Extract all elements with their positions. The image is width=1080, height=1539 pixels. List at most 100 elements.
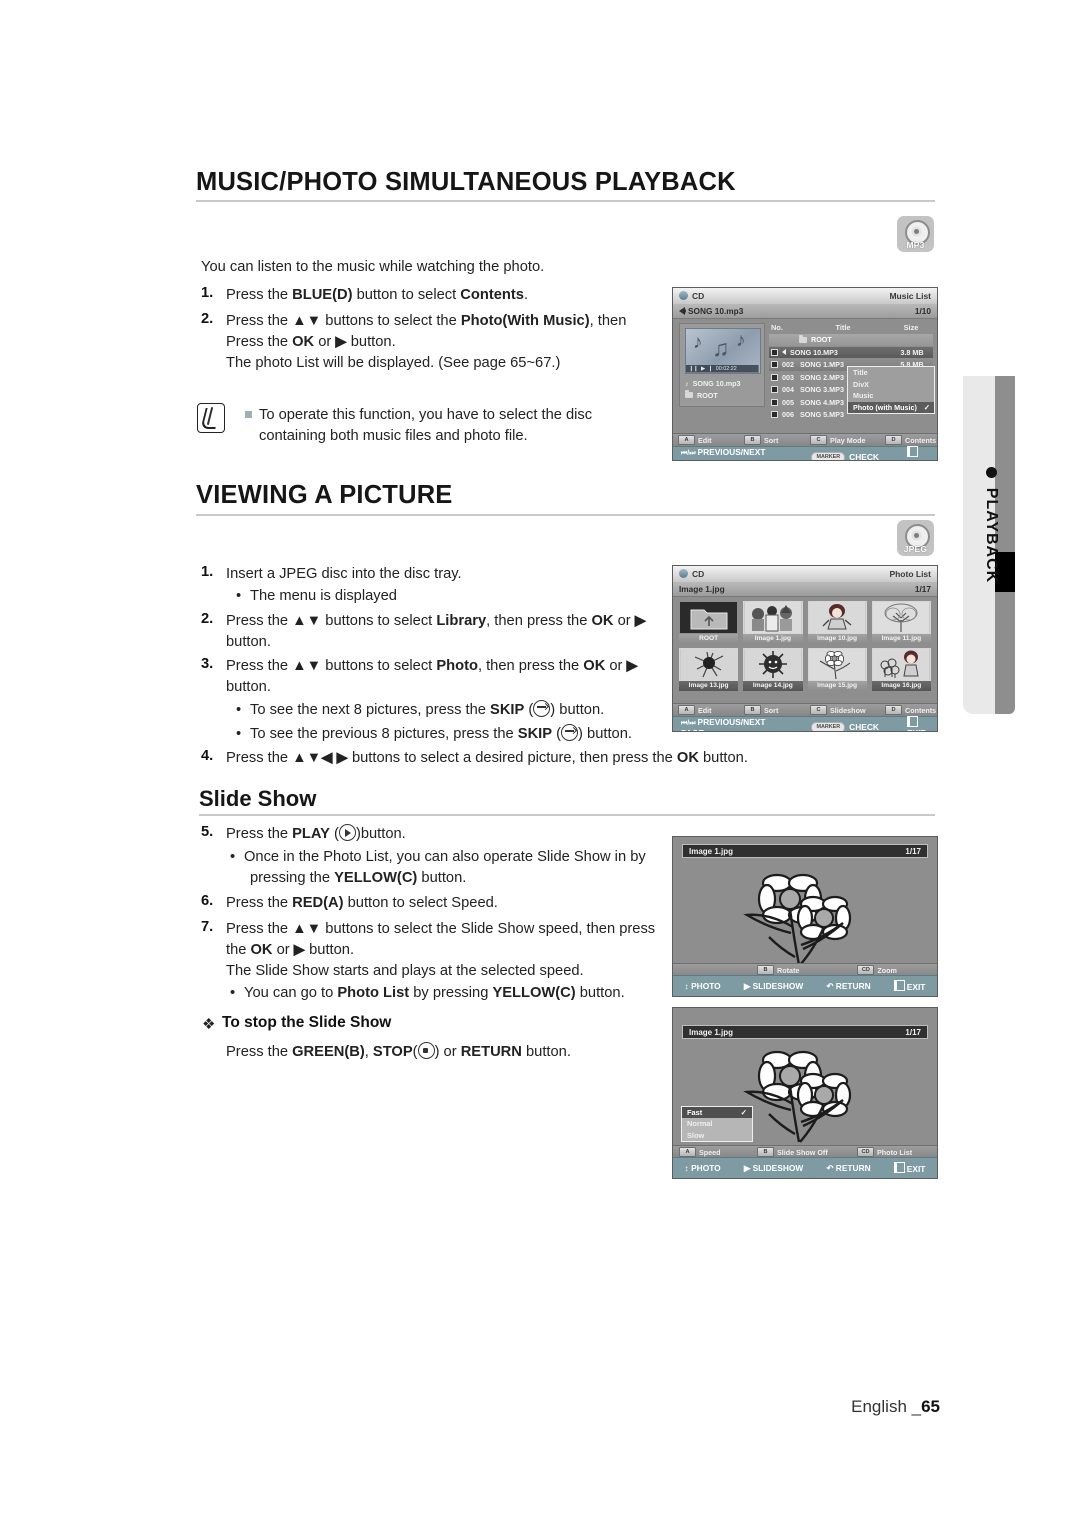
func-slideshow[interactable]: C Slideshow: [810, 705, 885, 715]
func-edit[interactable]: A Edit: [673, 705, 744, 715]
speed-option-slow[interactable]: Slow: [682, 1130, 752, 1142]
func-edit[interactable]: A Edit: [673, 435, 744, 445]
updown-arrow-icon: ↕: [684, 1163, 689, 1173]
elapsed-time: 00:02:22: [715, 365, 737, 372]
dropdown-item-divx[interactable]: DivX: [848, 379, 934, 391]
preview-folder: ROOT: [685, 390, 741, 402]
func-photo-list[interactable]: CD Photo List: [857, 1147, 912, 1157]
key-a-icon: A: [678, 435, 695, 445]
nav-exit[interactable]: EXIT: [893, 980, 925, 992]
music-note-icon: ♫: [712, 335, 730, 361]
folder-icon: [690, 609, 728, 629]
t-bold: SKIP: [490, 702, 525, 718]
func-sort[interactable]: B Sort: [744, 705, 810, 715]
page-counter: 1/17: [905, 1027, 921, 1037]
key-cd-icon: CD: [857, 1147, 874, 1157]
func-zoom[interactable]: CD Zoom: [857, 965, 897, 975]
t: button.: [305, 942, 355, 958]
t: Press the: [226, 613, 293, 629]
bullet-prev-pictures: To see the previous 8 pictures, press th…: [236, 724, 670, 745]
checkbox-icon[interactable]: [771, 398, 778, 406]
table-row[interactable]: ROOT: [769, 334, 933, 346]
osd-source-label: CD: [679, 569, 704, 579]
skip-icons: ⏮/⏭: [681, 719, 698, 727]
step-2-text: Press the ▲▼ buttons to select Library, …: [226, 611, 666, 653]
checkbox-icon[interactable]: [771, 373, 778, 381]
nav-exit[interactable]: EXIT: [906, 446, 937, 460]
func-slideshow-off[interactable]: B Slide Show Off: [757, 1147, 857, 1157]
func-label: Photo List: [877, 1147, 913, 1157]
t: button to select: [352, 287, 461, 303]
func-speed[interactable]: A Speed: [679, 1147, 757, 1157]
nav-exit[interactable]: EXIT: [906, 716, 937, 731]
t-bold: Contents: [460, 287, 524, 303]
nav-photo[interactable]: ↕ PHOTO: [685, 1163, 721, 1173]
nav-check[interactable]: MARKER CHECK: [811, 451, 879, 460]
t-bold: YELLOW(C): [492, 985, 576, 1001]
side-tab-label: PLAYBACK: [983, 487, 1000, 584]
media-badge-label: JPEG: [903, 544, 928, 554]
list-item[interactable]: Image 15.jpg: [807, 648, 867, 691]
list-item[interactable]: Image 10.jpg: [807, 601, 867, 644]
func-play-mode[interactable]: C Play Mode: [810, 435, 885, 445]
nav-return[interactable]: ↶ RETURN: [826, 1163, 870, 1173]
music-note-icon: ♪: [693, 332, 703, 353]
nav-label: EXIT: [907, 728, 926, 731]
preview-file-text: SONG 10.mp3: [692, 379, 741, 388]
dropdown-item-photo-with-music[interactable]: Photo (with Music): [848, 401, 934, 413]
nav-photo[interactable]: ↕ PHOTO: [685, 981, 721, 991]
nav-prevnext[interactable]: ⏮/⏭ PREVIOUS/NEXT PAGE: [673, 717, 785, 732]
t-bold: OK: [250, 942, 273, 958]
dropdown-item-title[interactable]: Title: [848, 367, 934, 379]
func-label: Rotate: [777, 965, 800, 975]
list-item[interactable]: Image 14.jpg: [743, 648, 803, 691]
right-arrow-glyph: ▶: [293, 942, 306, 958]
diamond-bullet-icon: ❖: [202, 1016, 216, 1033]
func-sort[interactable]: B Sort: [744, 435, 810, 445]
func-contents[interactable]: D Contents: [885, 705, 936, 715]
checkbox-icon[interactable]: [771, 411, 778, 419]
t: button.: [698, 750, 748, 766]
contents-dropdown[interactable]: Title DivX Music Photo (with Music): [847, 366, 935, 414]
list-item[interactable]: ROOT: [679, 601, 739, 644]
speed-menu[interactable]: Fast Normal Slow: [681, 1105, 753, 1142]
func-rotate[interactable]: B Rotate: [757, 965, 799, 975]
speed-option-normal[interactable]: Normal: [682, 1118, 752, 1130]
play-icon: ▶: [743, 981, 751, 991]
speed-option-fast[interactable]: Fast: [682, 1106, 752, 1118]
step-number: 7.: [201, 919, 214, 935]
func-label: Speed: [699, 1147, 721, 1157]
osd-file-bar: Image 1.jpg 1/17: [682, 844, 928, 858]
note-text: To operate this function, you have to se…: [259, 407, 593, 444]
thumbnail-image-1: [743, 601, 803, 634]
nav-slideshow[interactable]: ▶ SLIDESHOW: [744, 1163, 804, 1173]
t: buttons to select: [321, 658, 437, 674]
t: pressing the: [250, 870, 335, 886]
nav-check[interactable]: MARKER CHECK: [811, 721, 879, 731]
nav-exit[interactable]: EXIT: [893, 1162, 925, 1174]
table-row[interactable]: SONG 10.MP3 3.8 MB: [769, 346, 933, 358]
exit-icon: [906, 716, 918, 727]
list-item[interactable]: Image 16.jpg: [871, 648, 931, 691]
osd-source-label: CD: [679, 291, 704, 301]
dropdown-item-music[interactable]: Music: [848, 390, 934, 402]
list-item[interactable]: Image 13.jpg: [679, 648, 739, 691]
step-number: 2.: [201, 311, 214, 327]
bullet-text: The menu is displayed: [236, 586, 660, 607]
checkbox-icon[interactable]: [771, 348, 778, 356]
checkbox-icon[interactable]: [771, 386, 778, 394]
list-item[interactable]: Image 1.jpg: [743, 601, 803, 644]
page-footer: English _65: [851, 1397, 940, 1417]
nav-slideshow[interactable]: ▶ SLIDESHOW: [744, 981, 804, 991]
t: button.: [417, 870, 467, 886]
func-contents[interactable]: D Contents: [885, 435, 936, 445]
thumbnail-image-15: [807, 648, 867, 681]
thumbnail-caption: Image 13.jpg: [679, 681, 739, 691]
list-item[interactable]: Image 11.jpg: [871, 601, 931, 644]
nav-prevnext[interactable]: ⏮/⏭ PREVIOUS/NEXT PAGE: [673, 447, 785, 461]
nav-return[interactable]: ↶ RETURN: [826, 981, 870, 991]
checkbox-icon[interactable]: [771, 361, 778, 369]
t: button.: [226, 634, 271, 650]
osd-music-list: CD Music List SONG 10.mp3 1/10 ♪ ♫ ♪ ❙❙ ▶…: [672, 287, 938, 461]
step-number: 1.: [201, 564, 214, 580]
